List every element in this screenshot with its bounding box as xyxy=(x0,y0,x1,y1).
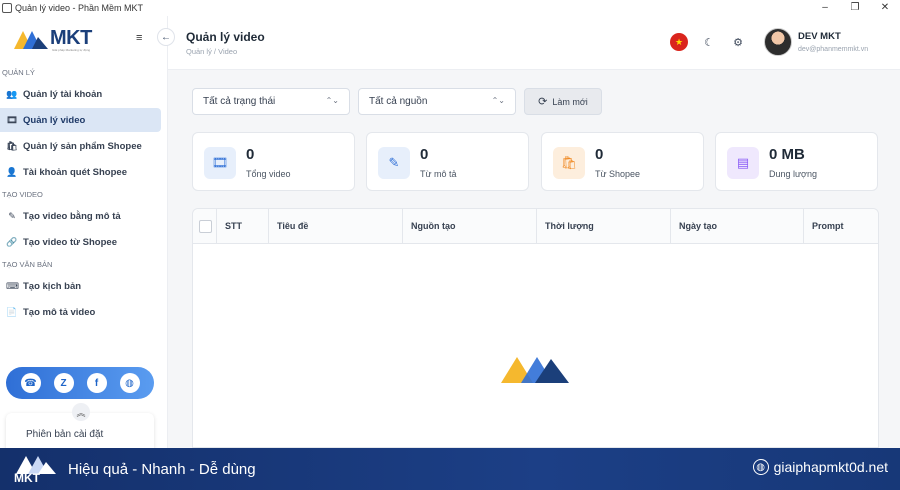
promo-banner: MKT Hiệu quả - Nhanh - Dễ dùng ◍ giaipha… xyxy=(0,448,900,490)
stat-label: Từ Shopee xyxy=(595,169,641,179)
users-icon: 👥 xyxy=(6,88,18,99)
window-titlebar: Quản lý video - Phần Mềm MKT – ❐ ✕ xyxy=(0,0,900,16)
breadcrumb: Quản lý / Video xyxy=(186,47,238,56)
chevron-up-icon[interactable]: ︽ xyxy=(72,403,90,421)
stat-value: 0 xyxy=(420,146,429,163)
column-header-index[interactable]: STT xyxy=(216,209,268,244)
mkt-logo-icon xyxy=(14,31,48,49)
collapse-sidebar-button[interactable]: ← xyxy=(157,28,175,46)
user-name: DEV MKT xyxy=(798,31,841,42)
videos-table: STT Tiêu đề Nguồn tạo Thời lượng Ngày tạ… xyxy=(192,208,879,448)
sidebar-item-script[interactable]: ⌨ Tạo kịch bản xyxy=(0,274,161,298)
banner-website-text: giaiphapmkt0d.net xyxy=(773,459,888,475)
zalo-icon[interactable]: Z xyxy=(53,373,74,393)
sidebar-item-label: Quản lý tài khoản xyxy=(23,88,103,100)
window-title: Quản lý video - Phần Mềm MKT xyxy=(15,3,144,13)
pen-icon: ✎ xyxy=(8,210,16,221)
file-icon: 📄 xyxy=(6,306,18,317)
website-globe-icon[interactable]: ◍ xyxy=(119,373,140,393)
source-filter-value: Tất cả nguồn xyxy=(369,96,428,107)
section-label-create-text: TẠO VĂN BẢN xyxy=(2,260,53,269)
stat-card-storage: ▤ 0 MB Dung lượng xyxy=(715,132,878,191)
support-icon[interactable]: ☎ xyxy=(20,373,41,393)
menu-icon[interactable]: ≡ xyxy=(136,32,142,44)
close-button[interactable]: ✕ xyxy=(870,0,900,16)
sidebar-item-shopee-scan-accounts[interactable]: 👤 Tài khoản quét Shopee xyxy=(0,160,161,184)
refresh-button[interactable]: ⟳ Làm mới xyxy=(524,88,602,115)
stat-label: Dung lượng xyxy=(769,169,817,179)
column-header-created-date[interactable]: Ngày tạo xyxy=(670,209,803,244)
refresh-icon: ⟳ xyxy=(538,96,548,108)
sidebar-item-label: Quản lý sản phẩm Shopee xyxy=(23,140,142,152)
stat-value: 0 xyxy=(595,146,604,163)
status-filter-value: Tất cả trạng thái xyxy=(203,96,276,107)
sidebar-item-shopee-products[interactable]: 🛍 Quản lý sản phẩm Shopee xyxy=(0,134,161,158)
sidebar-item-label: Quản lý video xyxy=(23,114,86,126)
column-header-duration[interactable]: Thời lượng xyxy=(536,209,670,244)
sidebar-item-accounts[interactable]: 👥 Quản lý tài khoản xyxy=(0,82,161,106)
stat-label: Tổng video xyxy=(246,169,291,179)
stat-value: 0 xyxy=(246,146,255,163)
column-header-prompt[interactable]: Prompt xyxy=(803,209,879,244)
social-links: ☎ Z f ◍ xyxy=(6,367,154,399)
sidebar-item-video-from-description[interactable]: ✎ Tạo video bằng mô tả xyxy=(0,204,161,228)
sidebar-item-label: Tạo video từ Shopee xyxy=(23,236,117,248)
section-label-create-video: TẠO VIDEO xyxy=(2,190,43,199)
source-filter-select[interactable]: Tất cả nguồn ⌃⌄ xyxy=(358,88,516,115)
pencil-icon: ✎ xyxy=(378,147,410,179)
banner-logo: MKT xyxy=(12,452,62,486)
globe-icon: ◍ xyxy=(752,459,769,475)
sidebar-item-label: Tạo mô tả video xyxy=(23,306,96,318)
column-header-title[interactable]: Tiêu đề xyxy=(268,209,402,244)
sidebar-item-label: Tài khoản quét Shopee xyxy=(23,166,127,178)
app-icon xyxy=(2,3,12,13)
stat-label: Từ mô tả xyxy=(420,169,457,179)
sidebar-item-videos[interactable]: 🎞 Quản lý video xyxy=(0,108,161,132)
section-label-manage: QUẢN LÝ xyxy=(2,68,35,77)
maximize-button[interactable]: ❐ xyxy=(840,0,870,16)
banner-website[interactable]: ◍ giaiphapmkt0d.net xyxy=(752,459,888,475)
chevron-updown-icon: ⌃⌄ xyxy=(491,96,505,105)
facebook-icon[interactable]: f xyxy=(86,373,107,393)
film-icon: 🎞 xyxy=(204,147,236,179)
loading-logo-icon xyxy=(501,357,569,383)
minimize-button[interactable]: – xyxy=(810,0,840,16)
sidebar: MKT Giải pháp Marketing tự động ≡ QUẢN L… xyxy=(0,16,168,457)
keyboard-icon: ⌨ xyxy=(6,280,19,291)
gear-icon[interactable]: ⚙ xyxy=(729,33,747,51)
avatar[interactable] xyxy=(764,28,792,56)
page-header: Quản lý video Quản lý / Video ★ ☾ ⚙ DEV … xyxy=(168,16,900,70)
stat-card-total-videos: 🎞 0 Tổng video xyxy=(192,132,355,191)
banner-tagline: Hiệu quả - Nhanh - Dễ dùng xyxy=(68,460,256,478)
film-icon: 🎞 xyxy=(6,114,18,125)
page-title: Quản lý video xyxy=(186,30,265,44)
refresh-label: Làm mới xyxy=(552,96,588,107)
stat-value: 0 MB xyxy=(769,146,805,163)
sidebar-item-label: Tạo kịch bản xyxy=(23,280,82,292)
sidebar-item-video-from-shopee[interactable]: 🔗 Tạo video từ Shopee xyxy=(0,230,161,254)
banner-logo-text: MKT xyxy=(14,471,40,485)
chevron-updown-icon: ⌃⌄ xyxy=(325,96,339,105)
moon-icon[interactable]: ☾ xyxy=(700,33,718,51)
logo: MKT Giải pháp Marketing tự động ≡ xyxy=(0,16,167,60)
user-email: dev@phanmemmkt.vn xyxy=(798,46,869,53)
sidebar-item-label: Tạo video bằng mô tả xyxy=(23,210,121,222)
version-label: Phiên bản cài đặt xyxy=(26,429,104,440)
select-all-checkbox[interactable] xyxy=(199,220,212,233)
sidebar-item-video-description[interactable]: 📄 Tạo mô tả video xyxy=(0,300,161,324)
user-icon: 👤 xyxy=(6,166,18,177)
bag-icon: 🛍 xyxy=(6,140,18,151)
shopping-bag-icon: 🛍 xyxy=(553,147,585,179)
column-header-source[interactable]: Nguồn tạo xyxy=(402,209,536,244)
table-header: STT Tiêu đề Nguồn tạo Thời lượng Ngày tạ… xyxy=(193,209,878,244)
stat-card-from-description: ✎ 0 Từ mô tả xyxy=(366,132,529,191)
storage-icon: ▤ xyxy=(727,147,759,179)
vietnam-flag-icon[interactable]: ★ xyxy=(670,33,688,51)
stat-card-from-shopee: 🛍 0 Từ Shopee xyxy=(541,132,704,191)
logo-subtitle: Giải pháp Marketing tự động xyxy=(52,48,91,52)
logo-text: MKT xyxy=(50,26,92,49)
link-icon: 🔗 xyxy=(6,236,18,247)
status-filter-select[interactable]: Tất cả trạng thái ⌃⌄ xyxy=(192,88,350,115)
